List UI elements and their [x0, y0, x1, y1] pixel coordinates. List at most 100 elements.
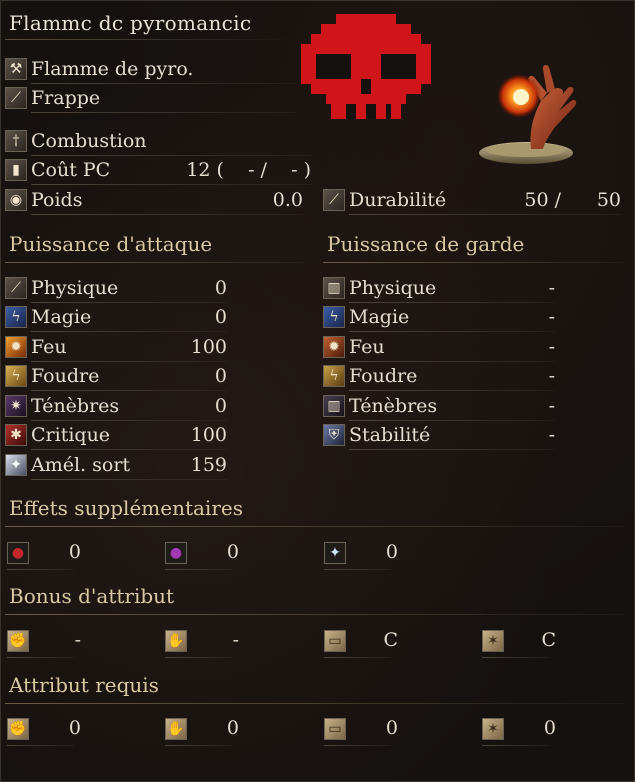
- guard-row-magic: ϟ Magie -: [323, 304, 555, 332]
- skull-icon: [301, 14, 431, 119]
- guard-row-label: Feu: [349, 336, 385, 358]
- bleed-icon: ●: [7, 542, 29, 564]
- requirement-value: 0: [543, 717, 556, 739]
- attack-row-magic: ϟ Magie 0: [5, 304, 227, 332]
- guard-row-label: Stabilité: [349, 424, 431, 446]
- attack-row-value: 0: [214, 277, 227, 299]
- guard-row-fire: ✹ Feu -: [323, 334, 555, 362]
- scaling-value: -: [232, 629, 239, 651]
- requirement-strength: ✊ 0: [7, 715, 81, 746]
- guard-row-value: -: [548, 277, 555, 299]
- guard-row-value: -: [548, 395, 555, 417]
- fp-cost-icon: ▮: [5, 159, 27, 181]
- physical-guard-icon: ▥: [323, 277, 345, 299]
- attack-type-row: ⟋ Frappe: [5, 85, 295, 113]
- attack-type-label: Frappe: [31, 87, 101, 109]
- pyromancy-flame-image: [479, 64, 577, 164]
- fire-icon: ✹: [5, 336, 27, 358]
- poison-icon: ●: [165, 542, 187, 564]
- lightning-guard-icon: ϟ: [323, 365, 345, 387]
- fp-cost-label: Coût PC: [31, 159, 111, 181]
- guard-row-value: -: [548, 306, 555, 328]
- attack-row-value: 0: [214, 306, 227, 328]
- requirements-title: Attribut requis: [9, 673, 159, 697]
- guard-row-value: -: [548, 336, 555, 358]
- requirement-value: 0: [226, 717, 239, 739]
- attack-row-value: 100: [190, 336, 227, 358]
- frost-icon: ✦: [324, 542, 346, 564]
- item-name: Flammc dc pyromancic: [9, 11, 252, 35]
- attack-row-label: Magie: [31, 306, 92, 328]
- guard-divider: [323, 262, 623, 263]
- skill-row: † Combustion: [5, 128, 311, 156]
- effect-value: 0: [226, 541, 239, 563]
- guard-row-physical: ▥ Physique -: [323, 275, 555, 303]
- durability-max: 50: [596, 189, 621, 211]
- durability-label: Durabilité: [349, 189, 447, 211]
- attack-row-fire: ✹ Feu 100: [5, 334, 227, 362]
- slash-icon: ⟋: [5, 277, 27, 299]
- scaling-value: C: [541, 629, 556, 651]
- weapon-type-row: ⚒ Flamme de pyro.: [5, 56, 295, 84]
- effects-title: Effets supplémentaires: [9, 496, 243, 520]
- intelligence-icon: ▭: [324, 630, 346, 652]
- item-detail-panel: Flammc dc pyromancic ⚒ Flamme de pyro. ⟋…: [0, 0, 635, 782]
- attack-row-label: Critique: [31, 424, 111, 446]
- attack-row-label: Ténèbres: [31, 395, 120, 417]
- scaling-divider: [5, 614, 625, 615]
- spell-buff-icon: ✦: [5, 454, 27, 476]
- magic-guard-icon: ϟ: [323, 306, 345, 328]
- guard-row-label: Physique: [349, 277, 437, 299]
- title-divider: [5, 39, 295, 40]
- guard-title: Puissance de garde: [327, 232, 525, 256]
- attack-row-value: 159: [190, 454, 227, 476]
- attack-row-critical: ✱ Critique 100: [5, 422, 227, 450]
- weight-icon: ◉: [5, 189, 27, 211]
- attack-row-label: Physique: [31, 277, 119, 299]
- weapon-type-label: Flamme de pyro.: [31, 58, 194, 80]
- dark-guard-icon: ▥: [323, 395, 345, 417]
- attack-row-label: Amél. sort: [31, 454, 131, 476]
- faith-icon: ✶: [482, 718, 504, 740]
- strength-icon: ✊: [7, 718, 29, 740]
- scaling-dexterity: ✋ -: [165, 627, 239, 658]
- effect-value: 0: [385, 541, 398, 563]
- attack-row-physical: ⟋ Physique 0: [5, 275, 227, 303]
- effects-divider: [5, 526, 625, 527]
- requirement-faith: ✶ 0: [482, 715, 556, 746]
- fp-cost-row: ▮ Coût PC 12 ( - / - ): [5, 157, 311, 185]
- effect-frost: ✦ 0: [324, 539, 398, 570]
- guard-row-label: Ténèbres: [349, 395, 438, 417]
- durability-icon: ⟋: [323, 189, 345, 211]
- dexterity-icon: ✋: [165, 630, 187, 652]
- intelligence-icon: ▭: [324, 718, 346, 740]
- requirement-value: 0: [68, 717, 81, 739]
- scaling-value: C: [383, 629, 398, 651]
- magic-icon: ϟ: [5, 306, 27, 328]
- attack-power-title: Puissance d'attaque: [9, 232, 213, 256]
- weight-row: ◉ Poids 0.0: [5, 187, 303, 215]
- skill-label: Combustion: [31, 130, 147, 152]
- faith-icon: ✶: [482, 630, 504, 652]
- guard-row-label: Foudre: [349, 365, 418, 387]
- durability-row: ⟋ Durabilité 50 / 50: [323, 187, 621, 215]
- fire-guard-icon: ✹: [323, 336, 345, 358]
- scaling-title: Bonus d'attribut: [9, 584, 175, 608]
- effect-value: 0: [68, 541, 81, 563]
- guard-row-value: -: [548, 424, 555, 446]
- dexterity-icon: ✋: [165, 718, 187, 740]
- dark-icon: ✷: [5, 395, 27, 417]
- attack-row-label: Feu: [31, 336, 67, 358]
- guard-row-dark: ▥ Ténèbres -: [323, 393, 555, 421]
- requirements-divider: [5, 703, 625, 704]
- guard-row-lightning: ϟ Foudre -: [323, 363, 555, 391]
- guard-row-label: Magie: [349, 306, 410, 328]
- requirement-intelligence: ▭ 0: [324, 715, 398, 746]
- guard-row-stability: ⛨ Stabilité -: [323, 422, 555, 450]
- stability-icon: ⛨: [323, 424, 345, 446]
- attack-row-spell-buff: ✦ Amél. sort 159: [5, 452, 227, 480]
- effect-poison: ● 0: [165, 539, 239, 570]
- scaling-faith: ✶ C: [482, 627, 556, 658]
- scaling-intelligence: ▭ C: [324, 627, 398, 658]
- lightning-icon: ϟ: [5, 365, 27, 387]
